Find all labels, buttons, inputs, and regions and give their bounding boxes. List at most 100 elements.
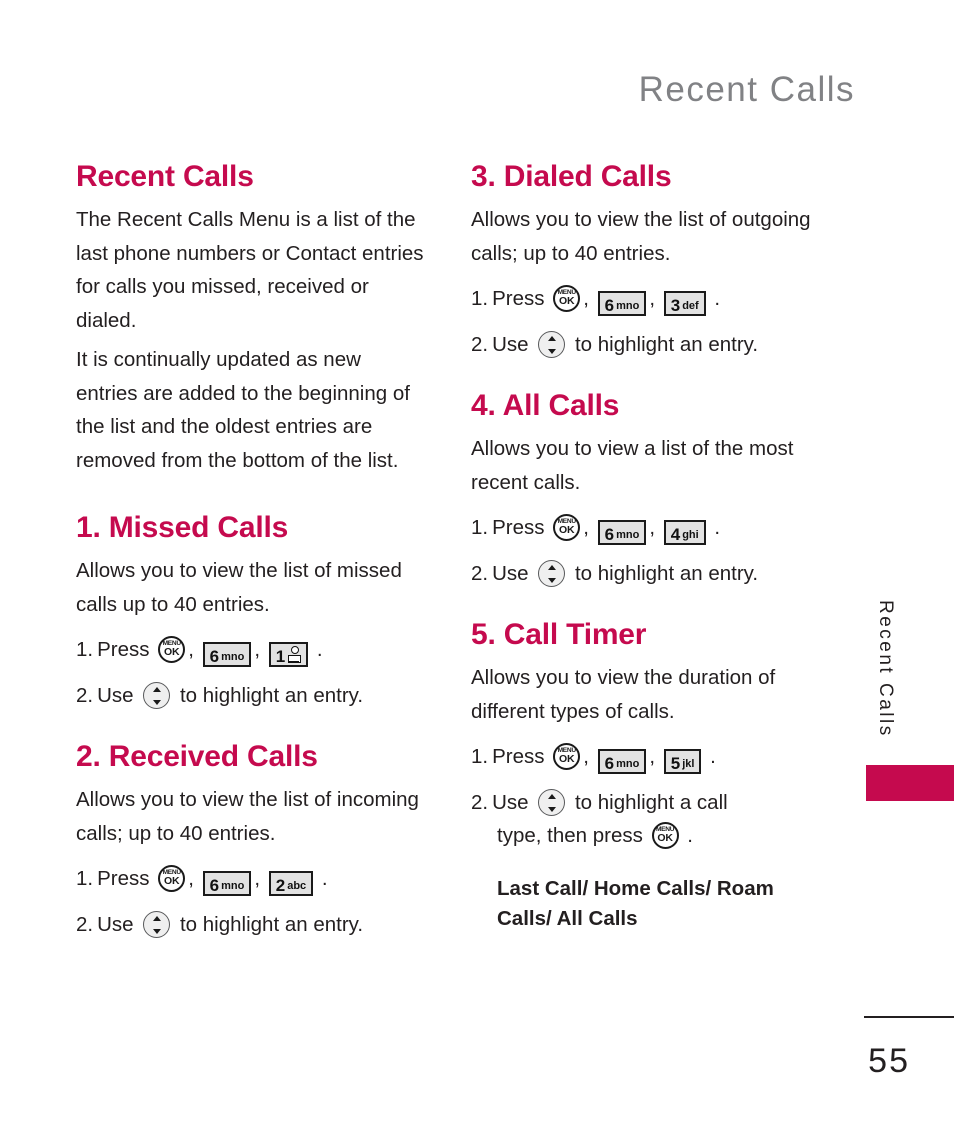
section-description-missed-calls: Allows you to view the list of missed ca… xyxy=(76,559,402,616)
comma: , xyxy=(254,638,261,661)
keypad-key-6-icon[interactable]: 6 mno xyxy=(597,520,647,545)
key-digit: 6 xyxy=(209,647,220,666)
navigation-up-down-key-icon[interactable] xyxy=(538,789,566,816)
key-letters: mno xyxy=(221,880,245,892)
menu-ok-bottom-label: OK xyxy=(164,646,180,658)
section-description-all-calls: Allows you to view a list of the most re… xyxy=(471,437,794,494)
key-digit: 2 xyxy=(275,876,286,895)
chevron-up-icon xyxy=(547,793,556,799)
menu-ok-bottom-label: OK xyxy=(559,295,575,307)
comma: , xyxy=(649,745,656,768)
step-press-call-timer: 1. Press MENU OK , 6 mno , 5 jkl . xyxy=(471,740,831,774)
step-use-missed-calls: 2. Use to highlight an entry. xyxy=(76,679,426,712)
comma: , xyxy=(583,287,589,310)
keypad-key-6-icon[interactable]: 6 mno xyxy=(202,642,252,667)
step-verb: Press xyxy=(492,516,545,539)
menu-ok-key-icon[interactable]: MENU OK xyxy=(553,743,581,770)
key-digit: 4 xyxy=(670,525,681,544)
key-letters: def xyxy=(682,300,699,312)
step-verb: Use xyxy=(97,913,134,936)
voicemail-icon xyxy=(288,646,302,663)
menu-ok-key-icon[interactable]: MENU OK xyxy=(651,822,679,849)
step-use-all-calls: 2. Use to highlight an entry. xyxy=(471,557,831,590)
step-press-received-calls: 1. Press MENU OK , 6 mno , 2 abc . xyxy=(76,862,426,896)
step-press-dialed-calls: 1. Press MENU OK , 6 mno , 3 def . xyxy=(471,282,831,316)
left-column: Recent Calls The Recent Calls Menu is a … xyxy=(76,160,426,941)
section-description-received-calls: Allows you to view the list of incoming … xyxy=(76,788,419,845)
menu-ok-key-icon[interactable]: MENU OK xyxy=(553,514,581,541)
navigation-up-down-key-icon[interactable] xyxy=(143,911,171,938)
menu-ok-key-icon[interactable]: MENU OK xyxy=(158,636,186,663)
step-verb: Use xyxy=(97,684,134,707)
step-number: 1. xyxy=(471,745,489,768)
intro-paragraph-2: It is continually updated as new entries… xyxy=(76,348,410,472)
period: . xyxy=(321,867,328,890)
menu-ok-bottom-label: OK xyxy=(559,524,575,536)
page-number: 55 xyxy=(868,1042,910,1080)
keypad-key-4-icon[interactable]: 4 ghi xyxy=(663,520,706,545)
key-digit: 3 xyxy=(670,296,681,315)
step-press-missed-calls: 1. Press MENU OK , 6 mno , 1 . xyxy=(76,633,426,667)
keypad-key-1-voicemail-icon[interactable]: 1 xyxy=(268,642,309,667)
step-use-dialed-calls: 2. Use to highlight an entry. xyxy=(471,328,831,361)
period: . xyxy=(714,516,721,539)
call-timer-options-list: Last Call/ Home Calls/ Roam Calls/ All C… xyxy=(497,877,774,930)
step-verb: Use xyxy=(492,791,529,814)
comma: , xyxy=(254,867,261,890)
step-verb: Press xyxy=(492,287,545,310)
navigation-up-down-key-icon[interactable] xyxy=(538,331,566,358)
section-heading-call-timer: 5. Call Timer xyxy=(471,618,647,651)
menu-ok-key-icon[interactable]: MENU OK xyxy=(553,285,581,312)
step-number: 2. xyxy=(76,684,94,707)
comma: , xyxy=(583,745,589,768)
step-tail: to highlight an entry. xyxy=(179,913,364,936)
key-letters: jkl xyxy=(682,758,695,770)
side-tab-marker xyxy=(866,765,954,801)
step-tail: to highlight a call xyxy=(574,791,728,814)
navigation-up-down-key-icon[interactable] xyxy=(143,682,171,709)
chevron-down-icon xyxy=(547,577,556,583)
keypad-key-6-icon[interactable]: 6 mno xyxy=(597,749,647,774)
step-number: 1. xyxy=(471,516,489,539)
step-verb: Use xyxy=(492,562,529,585)
keypad-key-2-icon[interactable]: 2 abc xyxy=(268,871,314,896)
key-digit: 6 xyxy=(604,296,615,315)
step-verb: Press xyxy=(97,638,150,661)
keypad-key-3-icon[interactable]: 3 def xyxy=(663,291,706,316)
step-use-call-timer: 2. Use to highlight a call type, then pre… xyxy=(471,786,831,852)
page-title: Recent Calls xyxy=(76,160,254,193)
chevron-up-icon xyxy=(547,564,556,570)
navigation-up-down-key-icon[interactable] xyxy=(538,560,566,587)
period: . xyxy=(687,824,693,847)
period: . xyxy=(714,287,721,310)
step-verb: Press xyxy=(97,867,150,890)
comma: , xyxy=(649,516,656,539)
section-heading-dialed-calls: 3. Dialed Calls xyxy=(471,160,672,193)
key-digit: 6 xyxy=(604,525,615,544)
keypad-key-6-icon[interactable]: 6 mno xyxy=(597,291,647,316)
key-letters: mno xyxy=(616,758,640,770)
period: . xyxy=(316,638,323,661)
key-digit: 5 xyxy=(670,754,681,773)
chevron-down-icon xyxy=(547,348,556,354)
step-number: 1. xyxy=(76,867,94,890)
menu-ok-key-icon[interactable]: MENU OK xyxy=(158,865,186,892)
step-number: 2. xyxy=(471,333,489,356)
chevron-down-icon xyxy=(152,928,161,934)
side-tab-label: Recent Calls xyxy=(875,600,896,738)
chevron-up-icon xyxy=(152,915,161,921)
step-use-received-calls: 2. Use to highlight an entry. xyxy=(76,908,426,941)
chevron-up-icon xyxy=(547,335,556,341)
keypad-key-5-icon[interactable]: 5 jkl xyxy=(663,749,702,774)
section-description-dialed-calls: Allows you to view the list of outgoing … xyxy=(471,208,811,265)
step-verb: Use xyxy=(492,333,529,356)
keypad-key-6-icon[interactable]: 6 mno xyxy=(202,871,252,896)
step-tail: to highlight an entry. xyxy=(574,562,759,585)
section-description-call-timer: Allows you to view the duration of diffe… xyxy=(471,666,776,723)
key-letters: abc xyxy=(287,880,307,892)
key-digit: 6 xyxy=(209,876,220,895)
comma: , xyxy=(583,516,589,539)
